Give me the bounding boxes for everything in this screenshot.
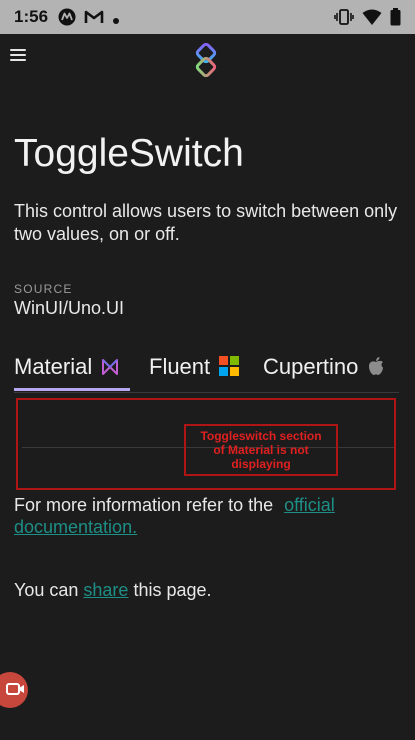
error-annotation: Toggleswitch section of Material is not … bbox=[184, 424, 338, 476]
apple-icon bbox=[367, 356, 385, 382]
page-description: This control allows users to switch betw… bbox=[14, 201, 398, 244]
tab-fluent[interactable]: Fluent bbox=[149, 350, 240, 390]
status-notifications bbox=[58, 8, 120, 30]
tab-selected-indicator bbox=[14, 388, 130, 391]
official-documentation-link[interactable]: official bbox=[284, 495, 335, 515]
battery-icon bbox=[390, 8, 401, 30]
vibrate-icon bbox=[334, 8, 354, 30]
page-title: ToggleSwitch bbox=[14, 132, 244, 175]
video-camera-icon bbox=[6, 681, 26, 700]
status-system-icons bbox=[334, 8, 401, 30]
uno-logo-icon bbox=[187, 40, 225, 84]
screen-record-button[interactable] bbox=[0, 672, 28, 708]
design-tabs: Material Fluent Cupertino bbox=[14, 350, 399, 393]
more-info-text: For more information refer to the offici… bbox=[14, 494, 399, 538]
share-suffix: this page. bbox=[128, 580, 212, 600]
official-documentation-link-continued[interactable]: documentation. bbox=[14, 517, 137, 537]
status-time: 1:56 bbox=[14, 7, 49, 26]
tab-cupertino[interactable]: Cupertino bbox=[263, 350, 385, 390]
source-label: SOURCE bbox=[14, 282, 73, 296]
more-info-prefix: For more information refer to the bbox=[14, 495, 279, 515]
motorola-icon bbox=[58, 8, 76, 30]
source-value: WinUI/Uno.UI bbox=[14, 298, 125, 318]
annotation-line-3: displaying bbox=[231, 457, 291, 471]
share-link[interactable]: share bbox=[83, 580, 128, 600]
hamburger-icon[interactable] bbox=[8, 46, 28, 64]
dot-icon bbox=[112, 10, 120, 29]
windows-icon bbox=[219, 356, 240, 382]
material-icon bbox=[101, 356, 119, 382]
annotation-line-2: of Material is not bbox=[213, 443, 309, 457]
gmail-icon bbox=[84, 9, 104, 29]
share-text: You can share this page. bbox=[14, 579, 212, 601]
tab-fluent-label: Fluent bbox=[149, 354, 211, 379]
wifi-icon bbox=[362, 8, 382, 30]
tab-material[interactable]: Material bbox=[14, 350, 119, 390]
annotation-line-1: Toggleswitch section bbox=[200, 429, 322, 443]
status-bar: 1:56 bbox=[0, 0, 415, 34]
share-prefix: You can bbox=[14, 580, 84, 600]
app-bar bbox=[0, 34, 415, 90]
tab-cupertino-label: Cupertino bbox=[263, 354, 359, 379]
tab-material-label: Material bbox=[14, 354, 93, 379]
